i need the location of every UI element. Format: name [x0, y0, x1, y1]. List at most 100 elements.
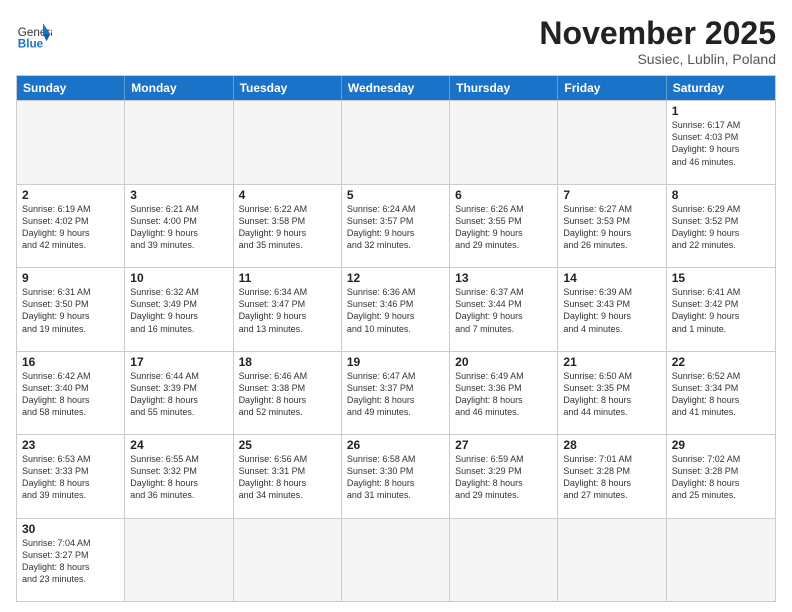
- header-day-friday: Friday: [558, 76, 666, 100]
- calendar-cell-1-4: 6Sunrise: 6:26 AM Sunset: 3:55 PM Daylig…: [450, 185, 558, 267]
- calendar-cell-2-6: 15Sunrise: 6:41 AM Sunset: 3:42 PM Dayli…: [667, 268, 775, 350]
- day-number: 17: [130, 355, 227, 369]
- calendar-cell-5-3: [342, 519, 450, 601]
- calendar-cell-1-3: 5Sunrise: 6:24 AM Sunset: 3:57 PM Daylig…: [342, 185, 450, 267]
- calendar-cell-0-0: [17, 101, 125, 183]
- day-number: 13: [455, 271, 552, 285]
- day-number: 30: [22, 522, 119, 536]
- day-number: 5: [347, 188, 444, 202]
- day-info: Sunrise: 6:22 AM Sunset: 3:58 PM Dayligh…: [239, 203, 336, 252]
- location-subtitle: Susiec, Lublin, Poland: [539, 51, 776, 67]
- calendar-row-3: 16Sunrise: 6:42 AM Sunset: 3:40 PM Dayli…: [17, 351, 775, 434]
- day-info: Sunrise: 6:37 AM Sunset: 3:44 PM Dayligh…: [455, 286, 552, 335]
- day-info: Sunrise: 6:53 AM Sunset: 3:33 PM Dayligh…: [22, 453, 119, 502]
- calendar-cell-3-1: 17Sunrise: 6:44 AM Sunset: 3:39 PM Dayli…: [125, 352, 233, 434]
- day-info: Sunrise: 6:59 AM Sunset: 3:29 PM Dayligh…: [455, 453, 552, 502]
- day-number: 2: [22, 188, 119, 202]
- calendar-cell-2-2: 11Sunrise: 6:34 AM Sunset: 3:47 PM Dayli…: [234, 268, 342, 350]
- calendar-header-row: SundayMondayTuesdayWednesdayThursdayFrid…: [17, 76, 775, 100]
- day-number: 29: [672, 438, 770, 452]
- calendar-cell-1-6: 8Sunrise: 6:29 AM Sunset: 3:52 PM Daylig…: [667, 185, 775, 267]
- day-number: 19: [347, 355, 444, 369]
- calendar-cell-4-4: 27Sunrise: 6:59 AM Sunset: 3:29 PM Dayli…: [450, 435, 558, 517]
- day-number: 25: [239, 438, 336, 452]
- calendar-cell-3-5: 21Sunrise: 6:50 AM Sunset: 3:35 PM Dayli…: [558, 352, 666, 434]
- header-day-tuesday: Tuesday: [234, 76, 342, 100]
- title-block: November 2025 Susiec, Lublin, Poland: [539, 16, 776, 67]
- day-info: Sunrise: 7:02 AM Sunset: 3:28 PM Dayligh…: [672, 453, 770, 502]
- day-number: 9: [22, 271, 119, 285]
- calendar-cell-3-0: 16Sunrise: 6:42 AM Sunset: 3:40 PM Dayli…: [17, 352, 125, 434]
- calendar-cell-2-3: 12Sunrise: 6:36 AM Sunset: 3:46 PM Dayli…: [342, 268, 450, 350]
- month-title: November 2025: [539, 16, 776, 51]
- day-info: Sunrise: 6:42 AM Sunset: 3:40 PM Dayligh…: [22, 370, 119, 419]
- header-day-wednesday: Wednesday: [342, 76, 450, 100]
- header-day-sunday: Sunday: [17, 76, 125, 100]
- calendar-cell-0-3: [342, 101, 450, 183]
- calendar-cell-5-0: 30Sunrise: 7:04 AM Sunset: 3:27 PM Dayli…: [17, 519, 125, 601]
- calendar-cell-2-0: 9Sunrise: 6:31 AM Sunset: 3:50 PM Daylig…: [17, 268, 125, 350]
- calendar-cell-5-6: [667, 519, 775, 601]
- day-info: Sunrise: 6:49 AM Sunset: 3:36 PM Dayligh…: [455, 370, 552, 419]
- day-info: Sunrise: 6:36 AM Sunset: 3:46 PM Dayligh…: [347, 286, 444, 335]
- day-number: 23: [22, 438, 119, 452]
- day-number: 4: [239, 188, 336, 202]
- calendar-cell-4-2: 25Sunrise: 6:56 AM Sunset: 3:31 PM Dayli…: [234, 435, 342, 517]
- calendar-row-5: 30Sunrise: 7:04 AM Sunset: 3:27 PM Dayli…: [17, 518, 775, 601]
- calendar-cell-4-3: 26Sunrise: 6:58 AM Sunset: 3:30 PM Dayli…: [342, 435, 450, 517]
- calendar-row-0: 1Sunrise: 6:17 AM Sunset: 4:03 PM Daylig…: [17, 100, 775, 183]
- day-number: 20: [455, 355, 552, 369]
- day-number: 24: [130, 438, 227, 452]
- logo: General Blue: [16, 16, 52, 52]
- calendar-cell-1-5: 7Sunrise: 6:27 AM Sunset: 3:53 PM Daylig…: [558, 185, 666, 267]
- day-number: 15: [672, 271, 770, 285]
- day-info: Sunrise: 6:32 AM Sunset: 3:49 PM Dayligh…: [130, 286, 227, 335]
- day-info: Sunrise: 6:41 AM Sunset: 3:42 PM Dayligh…: [672, 286, 770, 335]
- calendar-cell-4-0: 23Sunrise: 6:53 AM Sunset: 3:33 PM Dayli…: [17, 435, 125, 517]
- day-info: Sunrise: 6:27 AM Sunset: 3:53 PM Dayligh…: [563, 203, 660, 252]
- day-info: Sunrise: 6:44 AM Sunset: 3:39 PM Dayligh…: [130, 370, 227, 419]
- day-info: Sunrise: 6:52 AM Sunset: 3:34 PM Dayligh…: [672, 370, 770, 419]
- day-number: 7: [563, 188, 660, 202]
- day-info: Sunrise: 6:24 AM Sunset: 3:57 PM Dayligh…: [347, 203, 444, 252]
- day-number: 10: [130, 271, 227, 285]
- day-number: 8: [672, 188, 770, 202]
- calendar: SundayMondayTuesdayWednesdayThursdayFrid…: [16, 75, 776, 602]
- day-number: 14: [563, 271, 660, 285]
- day-number: 1: [672, 104, 770, 118]
- day-info: Sunrise: 6:29 AM Sunset: 3:52 PM Dayligh…: [672, 203, 770, 252]
- day-number: 27: [455, 438, 552, 452]
- calendar-body: 1Sunrise: 6:17 AM Sunset: 4:03 PM Daylig…: [17, 100, 775, 601]
- day-info: Sunrise: 6:50 AM Sunset: 3:35 PM Dayligh…: [563, 370, 660, 419]
- day-number: 11: [239, 271, 336, 285]
- day-info: Sunrise: 6:47 AM Sunset: 3:37 PM Dayligh…: [347, 370, 444, 419]
- day-info: Sunrise: 6:56 AM Sunset: 3:31 PM Dayligh…: [239, 453, 336, 502]
- calendar-row-2: 9Sunrise: 6:31 AM Sunset: 3:50 PM Daylig…: [17, 267, 775, 350]
- svg-text:Blue: Blue: [18, 38, 44, 51]
- calendar-cell-4-1: 24Sunrise: 6:55 AM Sunset: 3:32 PM Dayli…: [125, 435, 233, 517]
- header-day-thursday: Thursday: [450, 76, 558, 100]
- calendar-cell-0-4: [450, 101, 558, 183]
- day-info: Sunrise: 6:39 AM Sunset: 3:43 PM Dayligh…: [563, 286, 660, 335]
- day-number: 16: [22, 355, 119, 369]
- page: General Blue November 2025 Susiec, Lubli…: [0, 0, 792, 612]
- day-info: Sunrise: 6:26 AM Sunset: 3:55 PM Dayligh…: [455, 203, 552, 252]
- day-number: 26: [347, 438, 444, 452]
- calendar-cell-4-6: 29Sunrise: 7:02 AM Sunset: 3:28 PM Dayli…: [667, 435, 775, 517]
- calendar-cell-2-4: 13Sunrise: 6:37 AM Sunset: 3:44 PM Dayli…: [450, 268, 558, 350]
- day-info: Sunrise: 6:34 AM Sunset: 3:47 PM Dayligh…: [239, 286, 336, 335]
- calendar-cell-2-5: 14Sunrise: 6:39 AM Sunset: 3:43 PM Dayli…: [558, 268, 666, 350]
- day-info: Sunrise: 6:31 AM Sunset: 3:50 PM Dayligh…: [22, 286, 119, 335]
- calendar-cell-1-2: 4Sunrise: 6:22 AM Sunset: 3:58 PM Daylig…: [234, 185, 342, 267]
- calendar-row-1: 2Sunrise: 6:19 AM Sunset: 4:02 PM Daylig…: [17, 184, 775, 267]
- day-number: 18: [239, 355, 336, 369]
- day-info: Sunrise: 7:04 AM Sunset: 3:27 PM Dayligh…: [22, 537, 119, 586]
- header-day-monday: Monday: [125, 76, 233, 100]
- calendar-cell-3-6: 22Sunrise: 6:52 AM Sunset: 3:34 PM Dayli…: [667, 352, 775, 434]
- calendar-cell-1-1: 3Sunrise: 6:21 AM Sunset: 4:00 PM Daylig…: [125, 185, 233, 267]
- day-info: Sunrise: 6:58 AM Sunset: 3:30 PM Dayligh…: [347, 453, 444, 502]
- calendar-cell-3-2: 18Sunrise: 6:46 AM Sunset: 3:38 PM Dayli…: [234, 352, 342, 434]
- day-info: Sunrise: 6:21 AM Sunset: 4:00 PM Dayligh…: [130, 203, 227, 252]
- calendar-cell-5-5: [558, 519, 666, 601]
- day-info: Sunrise: 6:46 AM Sunset: 3:38 PM Dayligh…: [239, 370, 336, 419]
